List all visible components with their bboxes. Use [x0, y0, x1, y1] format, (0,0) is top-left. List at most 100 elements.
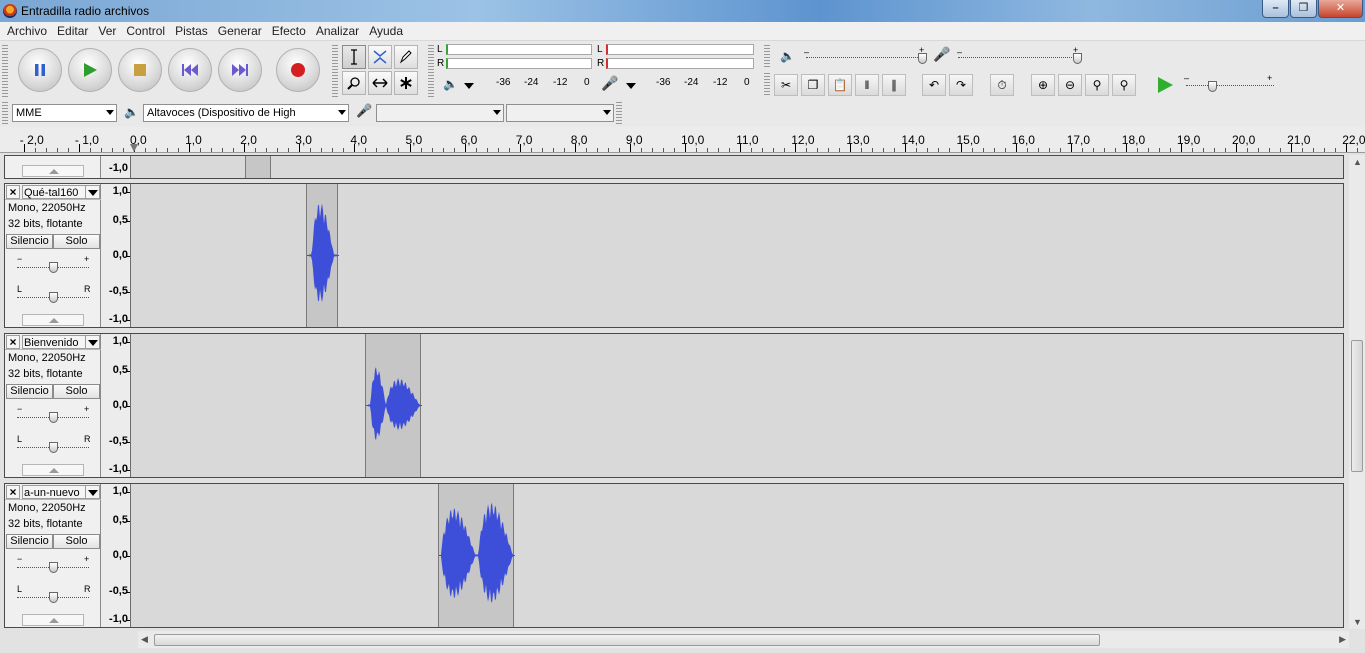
toolbar-grip[interactable] [2, 45, 8, 97]
draw-tool-button[interactable] [394, 45, 418, 69]
toolbar-grip[interactable] [616, 102, 622, 124]
pan-slider[interactable] [49, 592, 58, 603]
gain-slider[interactable] [49, 412, 58, 423]
microphone-icon[interactable]: 🎤 [601, 75, 618, 92]
track-menu-dropdown-icon[interactable] [85, 185, 100, 199]
horizontal-scroll-thumb[interactable] [154, 634, 1100, 646]
play-meter-right[interactable] [446, 58, 592, 69]
menu-editar[interactable]: Editar [52, 24, 93, 38]
redo-button[interactable]: ↷ [949, 74, 973, 96]
audio-clip[interactable] [438, 484, 515, 627]
audio-clip[interactable] [365, 334, 422, 477]
track-menu-dropdown-icon[interactable] [85, 485, 100, 499]
pan-slider[interactable] [49, 292, 58, 303]
menu-generar[interactable]: Generar [213, 24, 267, 38]
mute-button[interactable]: Silencio [6, 534, 53, 549]
trim-button[interactable]: ‖ [855, 74, 879, 96]
menu-analizar[interactable]: Analizar [311, 24, 364, 38]
fit-project-button[interactable]: ⚲ [1112, 74, 1136, 96]
waveform-area[interactable] [132, 156, 1343, 178]
zoom-in-button[interactable]: ⊕ [1031, 74, 1055, 96]
track-control-panel[interactable]: × Bienvenido Mono, 22050Hz 32 bits, flot… [5, 334, 101, 477]
play-at-speed-button[interactable] [1156, 76, 1174, 94]
scroll-up-icon[interactable]: ▲ [1353, 157, 1362, 167]
toolbar-grip[interactable] [764, 45, 770, 69]
skip-to-end-button[interactable] [218, 48, 262, 92]
speaker-icon[interactable]: 🔈 [443, 77, 458, 91]
selection-tool-button[interactable] [342, 45, 366, 69]
paste-button[interactable]: 📋 [828, 74, 852, 96]
pan-slider[interactable] [49, 442, 58, 453]
play-button[interactable] [68, 48, 112, 92]
waveform-area[interactable] [132, 334, 1343, 477]
solo-button[interactable]: Solo [53, 384, 100, 399]
menu-ver[interactable]: Ver [93, 24, 121, 38]
audio-clip[interactable] [245, 156, 271, 178]
vertical-scroll-thumb[interactable] [1351, 340, 1363, 472]
cut-button[interactable]: ✂ [774, 74, 798, 96]
playhead-marker[interactable] [130, 144, 138, 152]
toolbar-grip[interactable] [2, 102, 8, 124]
vertical-scrollbar[interactable]: ▲ ▼ [1349, 155, 1365, 629]
play-speed-slider[interactable] [1208, 81, 1217, 92]
scroll-down-icon[interactable]: ▼ [1353, 617, 1362, 627]
zoom-out-button[interactable]: ⊖ [1058, 74, 1082, 96]
collapse-track-button[interactable] [22, 314, 84, 326]
timeline-ruler[interactable]: - 2,0- 1,0 0,0 1,0 2,0 3,0 4,0 5,0 6,0 7,0 8,0 9,0… [0, 127, 1365, 153]
mute-button[interactable]: Silencio [6, 384, 53, 399]
audio-track[interactable]: × Qué-tal160 Mono, 22050Hz 32 bits, flot… [4, 183, 1344, 328]
stop-button[interactable] [118, 48, 162, 92]
toolbar-grip[interactable] [332, 45, 338, 97]
input-channels-select[interactable] [506, 104, 614, 122]
scroll-left-icon[interactable]: ◀ [141, 634, 148, 645]
audio-clip[interactable] [306, 184, 339, 327]
audio-track[interactable]: × Bienvenido Mono, 22050Hz 32 bits, flot… [4, 333, 1344, 478]
menu-ayuda[interactable]: Ayuda [364, 24, 408, 38]
toolbar-grip[interactable] [764, 73, 770, 97]
play-meter-left[interactable] [446, 44, 592, 55]
menu-pistas[interactable]: Pistas [170, 24, 213, 38]
solo-button[interactable]: Solo [53, 534, 100, 549]
track-control-panel[interactable]: × a-un-nuevo Mono, 22050Hz 32 bits, flot… [5, 484, 101, 627]
input-volume-slider[interactable] [1073, 53, 1082, 64]
input-device-select[interactable] [376, 104, 504, 122]
menu-efecto[interactable]: Efecto [267, 24, 311, 38]
track-name-menu[interactable]: Qué-tal160 [22, 185, 86, 199]
horizontal-scrollbar[interactable]: ◀ ▶ [138, 631, 1349, 648]
gain-slider[interactable] [49, 562, 58, 573]
waveform-area[interactable] [132, 184, 1343, 327]
record-meter-left[interactable] [606, 44, 754, 55]
close-window-button[interactable]: ✕ [1318, 0, 1363, 18]
menu-control[interactable]: Control [121, 24, 170, 38]
copy-button[interactable]: ❐ [801, 74, 825, 96]
close-track-button[interactable]: × [6, 335, 20, 349]
record-meter-dropdown-icon[interactable] [626, 83, 636, 89]
multi-tool-button[interactable] [394, 71, 418, 95]
waveform-area[interactable] [132, 484, 1343, 627]
gain-slider[interactable] [49, 262, 58, 273]
scroll-right-icon[interactable]: ▶ [1339, 634, 1346, 645]
audio-host-select[interactable]: MME [12, 104, 117, 122]
play-meter-dropdown-icon[interactable] [464, 83, 474, 89]
close-track-button[interactable]: × [6, 185, 20, 199]
close-track-button[interactable]: × [6, 485, 20, 499]
track-control-panel[interactable]: × Qué-tal160 Mono, 22050Hz 32 bits, flot… [5, 184, 101, 327]
solo-button[interactable]: Solo [53, 234, 100, 249]
maximize-button[interactable]: ❐ [1290, 0, 1317, 18]
track-menu-dropdown-icon[interactable] [85, 335, 100, 349]
record-button[interactable] [276, 48, 320, 92]
sync-lock-button[interactable]: ⏱ [990, 74, 1014, 96]
fit-selection-button[interactable]: ⚲ [1085, 74, 1109, 96]
toolbar-grip[interactable] [428, 45, 434, 97]
collapse-track-button[interactable] [22, 464, 84, 476]
undo-button[interactable]: ↶ [922, 74, 946, 96]
record-meter-right[interactable] [606, 58, 754, 69]
track-name-menu[interactable]: a-un-nuevo [22, 485, 86, 499]
track-name-menu[interactable]: Bienvenido [22, 335, 86, 349]
timeshift-tool-button[interactable] [368, 71, 392, 95]
menu-archivo[interactable]: Archivo [2, 24, 52, 38]
minimize-button[interactable]: – [1262, 0, 1289, 18]
zoom-tool-button[interactable] [342, 71, 366, 95]
audio-track[interactable]: × a-un-nuevo Mono, 22050Hz 32 bits, flot… [4, 483, 1344, 628]
collapse-track-button[interactable] [22, 165, 84, 177]
